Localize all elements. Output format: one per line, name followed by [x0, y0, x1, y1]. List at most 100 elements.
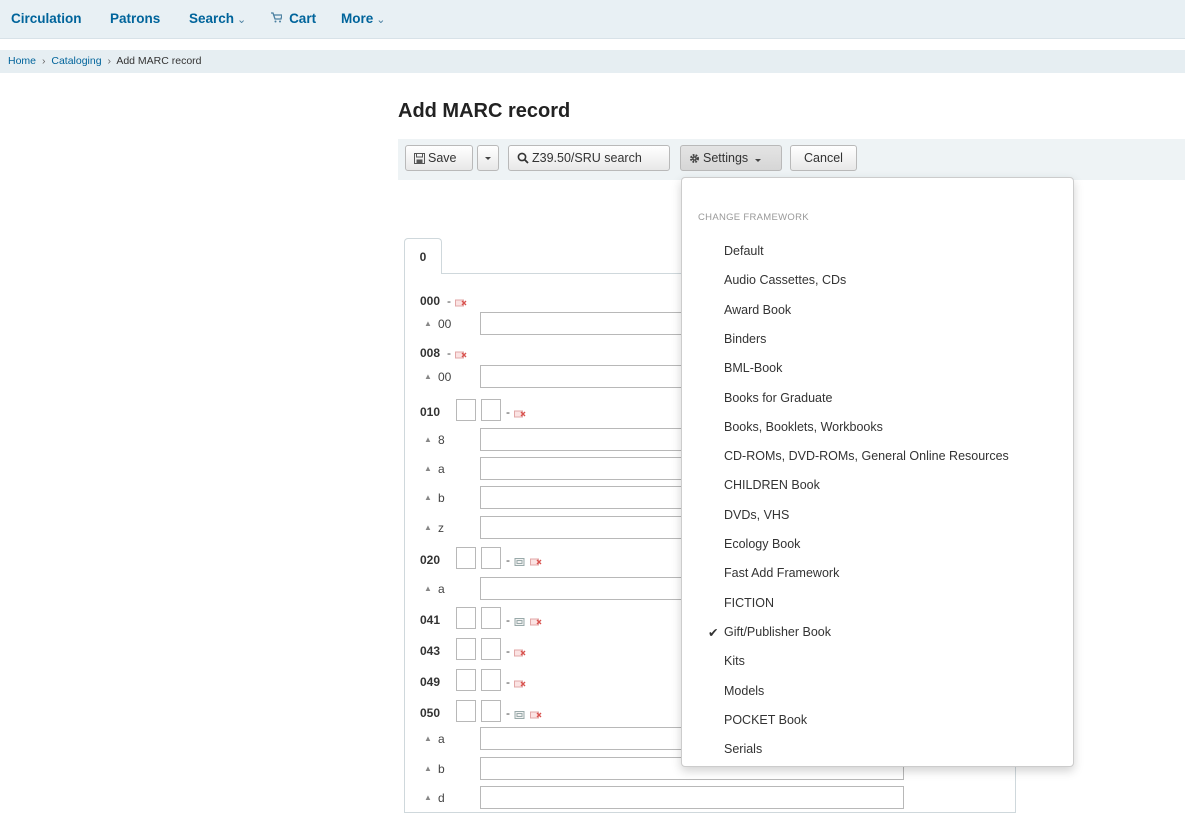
framework-option[interactable]: Gift/Publisher Book — [724, 625, 831, 639]
breadcrumb: Home › Cataloging › Add MARC record — [0, 50, 1185, 73]
delete-field-icon[interactable] — [514, 406, 526, 418]
nav-more[interactable]: More ⌄ — [341, 11, 385, 26]
tag-020-label[interactable]: 020 — [420, 553, 440, 567]
delete-field-icon[interactable] — [455, 295, 467, 307]
framework-option[interactable]: Books, Booklets, Workbooks — [724, 420, 883, 434]
cancel-button[interactable]: Cancel — [790, 145, 857, 171]
move-subfield-up-icon[interactable]: ▲ — [424, 464, 432, 473]
move-subfield-up-icon[interactable]: ▲ — [424, 493, 432, 502]
tag-010-indicator-2[interactable] — [481, 399, 501, 421]
tag-050-indicator-2[interactable] — [481, 700, 501, 722]
change-framework-header: CHANGE FRAMEWORK — [698, 212, 809, 223]
move-subfield-up-icon[interactable]: ▲ — [424, 734, 432, 743]
tag-041-indicator-2[interactable] — [481, 607, 501, 629]
move-subfield-up-icon[interactable]: ▲ — [424, 435, 432, 444]
caret-down-icon — [754, 159, 761, 162]
check-icon: ✔ — [708, 625, 719, 640]
subfield-code: b — [438, 762, 445, 776]
top-navigation: Circulation Patrons Search ⌄ Cart More ⌄ — [0, 0, 1185, 39]
tag-043-indicator-2[interactable] — [481, 638, 501, 660]
tag-049-label[interactable]: 049 — [420, 675, 440, 689]
breadcrumb-separator: › — [107, 55, 111, 67]
tag-010-indicator-1[interactable] — [456, 399, 476, 421]
framework-option[interactable]: Award Book — [724, 303, 791, 317]
tag-043-indicator-1[interactable] — [456, 638, 476, 660]
framework-option[interactable]: Fast Add Framework — [724, 566, 839, 580]
move-subfield-up-icon[interactable]: ▲ — [424, 523, 432, 532]
framework-option[interactable]: Models — [724, 684, 764, 698]
move-subfield-up-icon[interactable]: ▲ — [424, 584, 432, 593]
chevron-down-icon: ⌄ — [237, 14, 247, 26]
tag-020-indicator-2[interactable] — [481, 547, 501, 569]
tag-050-indicator-1[interactable] — [456, 700, 476, 722]
breadcrumb-separator: › — [41, 55, 46, 67]
nav-cart[interactable]: Cart — [271, 11, 316, 26]
subfield-input[interactable] — [480, 786, 904, 809]
tag-000-dash: - — [447, 294, 451, 308]
framework-option[interactable]: Audio Cassettes, CDs — [724, 273, 846, 287]
framework-option[interactable]: Kits — [724, 654, 745, 668]
clone-field-icon[interactable] — [514, 554, 526, 566]
tab-0-label: 0 — [419, 250, 427, 264]
subfield-code: 00 — [438, 317, 452, 331]
tag-000-label[interactable]: 000 — [420, 294, 440, 308]
delete-field-icon[interactable] — [514, 676, 526, 688]
move-subfield-up-icon[interactable]: ▲ — [424, 764, 432, 773]
nav-more-label: More — [341, 11, 374, 26]
framework-option[interactable]: BML-Book — [724, 361, 782, 375]
breadcrumb-cataloging-link[interactable]: Cataloging — [51, 55, 101, 67]
breadcrumb-current: Add MARC record — [116, 55, 202, 67]
framework-option[interactable]: Ecology Book — [724, 537, 800, 551]
tag-050-dash: - — [506, 706, 510, 720]
move-subfield-up-icon[interactable]: ▲ — [424, 372, 432, 381]
z3950-search-button[interactable]: Z39.50/SRU search — [508, 145, 670, 171]
tag-043-label[interactable]: 043 — [420, 644, 440, 658]
tag-043-dash: - — [506, 644, 510, 658]
tag-020-dash: - — [506, 553, 510, 567]
delete-field-icon[interactable] — [455, 347, 467, 359]
delete-field-icon[interactable] — [530, 614, 542, 626]
framework-option[interactable]: FICTION — [724, 596, 774, 610]
nav-cart-label: Cart — [289, 11, 317, 26]
nav-search[interactable]: Search ⌄ — [189, 11, 246, 26]
subfield-code: a — [438, 732, 445, 746]
framework-option[interactable]: CD-ROMs, DVD-ROMs, General Online Resour… — [724, 449, 1009, 463]
tag-050-label[interactable]: 050 — [420, 706, 440, 720]
tab-0[interactable]: 0 — [404, 238, 442, 274]
tag-049-indicator-2[interactable] — [481, 669, 501, 691]
framework-option[interactable]: POCKET Book — [724, 713, 807, 727]
z3950-search-label: Z39.50/SRU search — [532, 151, 642, 165]
clone-field-icon[interactable] — [514, 707, 526, 719]
delete-field-icon[interactable] — [514, 645, 526, 657]
tag-020-indicator-1[interactable] — [456, 547, 476, 569]
nav-patrons-label: Patrons — [110, 11, 161, 26]
clone-field-icon[interactable] — [514, 614, 526, 626]
tag-049-dash: - — [506, 675, 510, 689]
tag-010-label[interactable]: 010 — [420, 405, 440, 419]
save-options-toggle[interactable] — [477, 145, 499, 171]
save-icon — [414, 153, 425, 164]
tag-049-indicator-1[interactable] — [456, 669, 476, 691]
framework-option[interactable]: CHILDREN Book — [724, 478, 820, 492]
framework-option[interactable]: Serials — [724, 742, 762, 756]
tag-041-indicator-1[interactable] — [456, 607, 476, 629]
tag-008-label[interactable]: 008 — [420, 346, 440, 360]
cart-icon — [271, 12, 285, 26]
subfield-code: b — [438, 491, 445, 505]
gear-icon — [690, 154, 699, 163]
delete-field-icon[interactable] — [530, 554, 542, 566]
framework-option[interactable]: DVDs, VHS — [724, 508, 789, 522]
framework-option[interactable]: Books for Graduate — [724, 391, 832, 405]
tag-041-label[interactable]: 041 — [420, 613, 440, 627]
move-subfield-up-icon[interactable]: ▲ — [424, 319, 432, 328]
nav-patrons[interactable]: Patrons — [110, 11, 160, 26]
save-button[interactable]: Save — [405, 145, 473, 171]
settings-button[interactable]: Settings — [680, 145, 782, 171]
framework-option[interactable]: Default — [724, 244, 764, 258]
framework-option[interactable]: Binders — [724, 332, 766, 346]
delete-field-icon[interactable] — [530, 707, 542, 719]
search-icon — [517, 152, 529, 164]
nav-circulation[interactable]: Circulation — [11, 11, 82, 26]
breadcrumb-home-link[interactable]: Home — [8, 55, 36, 67]
move-subfield-up-icon[interactable]: ▲ — [424, 793, 432, 802]
